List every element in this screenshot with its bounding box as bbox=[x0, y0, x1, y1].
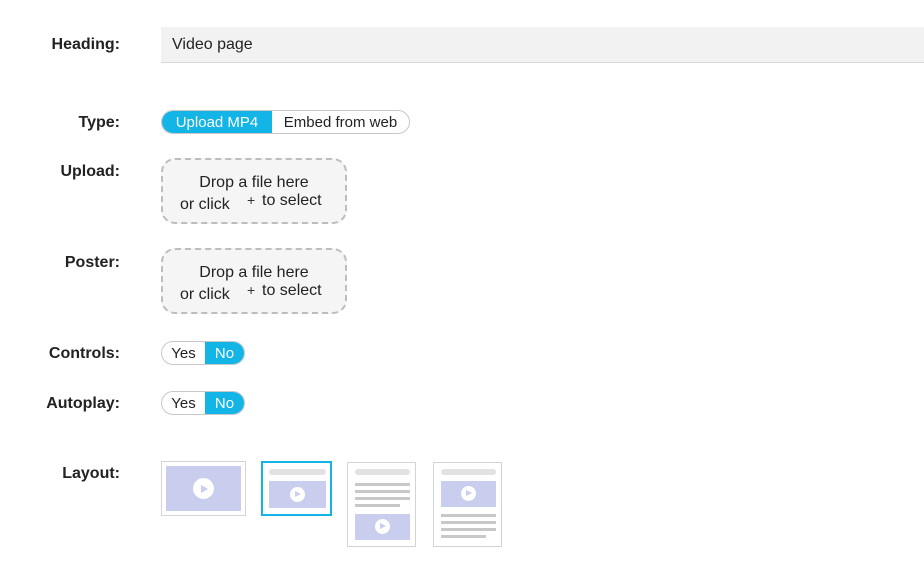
controls-label: Controls: bbox=[48, 345, 120, 362]
layout-option-heading-video[interactable] bbox=[261, 461, 332, 516]
video-placeholder bbox=[355, 514, 410, 540]
controls-no-option[interactable]: No bbox=[205, 342, 244, 364]
poster-dropzone-text: Drop a file here bbox=[199, 264, 309, 281]
heading-bar bbox=[441, 469, 496, 475]
layout-option-video-only[interactable] bbox=[161, 461, 246, 516]
heading-input[interactable] bbox=[161, 27, 924, 63]
text-line bbox=[355, 504, 400, 507]
text-line bbox=[441, 528, 496, 531]
controls-yes-option[interactable]: Yes bbox=[162, 342, 205, 364]
type-upload-mp4-option[interactable]: Upload MP4 bbox=[162, 111, 272, 133]
text-line bbox=[355, 490, 410, 493]
text-line bbox=[441, 535, 486, 538]
video-placeholder bbox=[166, 466, 241, 511]
plus-icon: + bbox=[247, 282, 256, 298]
heading-label: Heading: bbox=[51, 36, 120, 53]
autoplay-label: Autoplay: bbox=[46, 395, 120, 412]
plus-icon: + bbox=[247, 192, 256, 208]
play-icon bbox=[375, 519, 390, 534]
layout-option-video-then-text[interactable] bbox=[433, 462, 502, 547]
video-placeholder bbox=[441, 481, 496, 507]
upload-dropzone-select-text: to select bbox=[262, 192, 322, 209]
poster-label: Poster: bbox=[64, 254, 120, 271]
text-line bbox=[355, 483, 410, 486]
upload-label: Upload: bbox=[60, 163, 120, 180]
type-toggle: Upload MP4 Embed from web bbox=[161, 110, 410, 134]
type-embed-from-web-option[interactable]: Embed from web bbox=[272, 111, 409, 133]
play-icon bbox=[290, 487, 305, 502]
type-label: Type: bbox=[78, 114, 120, 131]
text-line bbox=[441, 514, 496, 517]
layout-label: Layout: bbox=[62, 465, 120, 482]
upload-dropzone-click-text: or click bbox=[180, 196, 230, 213]
upload-dropzone[interactable]: Drop a file here or click + to select bbox=[161, 158, 347, 224]
heading-bar bbox=[269, 469, 326, 475]
upload-dropzone-text: Drop a file here bbox=[199, 174, 309, 191]
autoplay-no-option[interactable]: No bbox=[205, 392, 244, 414]
heading-bar bbox=[355, 469, 410, 475]
text-line bbox=[441, 521, 496, 524]
video-placeholder bbox=[269, 481, 326, 508]
autoplay-yes-option[interactable]: Yes bbox=[162, 392, 205, 414]
layout-option-text-then-video[interactable] bbox=[347, 462, 416, 547]
autoplay-toggle: Yes No bbox=[161, 391, 245, 415]
play-icon bbox=[193, 478, 214, 499]
poster-dropzone-click-text: or click bbox=[180, 286, 230, 303]
text-line bbox=[355, 497, 410, 500]
play-icon bbox=[461, 486, 476, 501]
controls-toggle: Yes No bbox=[161, 341, 245, 365]
poster-dropzone-select-text: to select bbox=[262, 282, 322, 299]
poster-dropzone[interactable]: Drop a file here or click + to select bbox=[161, 248, 347, 314]
